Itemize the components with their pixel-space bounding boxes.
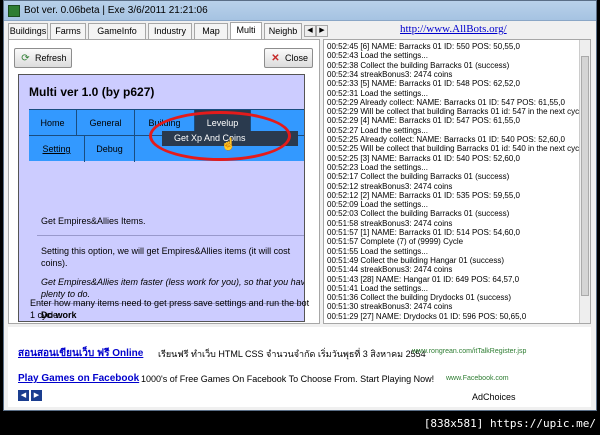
log-line: 00:52:12 [2] NAME: Barracks 01 ID: 535 P… bbox=[327, 190, 520, 200]
ad-link-2[interactable]: Play Games on Facebook bbox=[18, 373, 139, 384]
ad-url-2[interactable]: www.Facebook.com bbox=[446, 375, 509, 382]
log-line: 00:51:36 Collect the building Drydocks 0… bbox=[327, 293, 512, 303]
tab-buildings[interactable]: Buildings bbox=[8, 23, 48, 39]
log-line: 00:51:29 [27] NAME: Drydocks 01 ID: 596 … bbox=[327, 311, 527, 321]
log-line: 00:51:58 streakBonus3: 2474 coins bbox=[327, 218, 453, 228]
log-line: 00:51:49 Collect the building Hangar 01 … bbox=[327, 255, 504, 265]
highlight-ellipse bbox=[149, 111, 291, 161]
tab-scroll-right-icon[interactable]: ▶ bbox=[316, 25, 328, 37]
log-line: 00:52:45 [6] NAME: Barracks 01 ID: 550 P… bbox=[327, 42, 520, 51]
app-icon bbox=[8, 5, 20, 17]
paragraph-do-work-info: Enter how many items need to get press s… bbox=[30, 298, 310, 320]
menu-home[interactable]: Home bbox=[29, 110, 77, 136]
refresh-button[interactable]: ⟳ Refresh bbox=[14, 48, 72, 68]
log-panel: 00:52:45 [6] NAME: Barracks 01 ID: 550 P… bbox=[323, 39, 591, 324]
log-line: 00:52:38 Collect the building Barracks 0… bbox=[327, 60, 510, 70]
tab-gameinfo[interactable]: GameInfo bbox=[88, 23, 146, 39]
log-line: 00:52:17 Collect the building Barracks 0… bbox=[327, 172, 510, 182]
log-line: 00:52:25 Already collect: NAME: Barracks… bbox=[327, 135, 565, 144]
log-line: 00:51:57 [1] NAME: Barracks 01 ID: 514 P… bbox=[327, 228, 520, 237]
allbots-link[interactable]: http://www.AllBots.org/ bbox=[400, 23, 507, 35]
close-label: Close bbox=[285, 53, 309, 63]
ad-desc-2: 1000's of Free Games On Facebook To Choo… bbox=[141, 374, 435, 384]
log-line: 00:52:29 Already collect: NAME: Barracks… bbox=[327, 97, 565, 107]
log-line: 00:52:25 [3] NAME: Barracks 01 ID: 540 P… bbox=[327, 153, 520, 163]
divider bbox=[37, 235, 304, 236]
ad-link-1[interactable]: สอนสอนเขียนเว็บ ฟรี Online bbox=[18, 346, 143, 361]
tab-strip: Buildings Farms GameInfo Industry Map Mu… bbox=[8, 22, 328, 40]
tab-farms[interactable]: Farms bbox=[50, 23, 86, 39]
log-line: 00:52:43 Load the settings... bbox=[327, 51, 428, 61]
tab-scroll-left-icon[interactable]: ◀ bbox=[304, 25, 316, 37]
log-line: 00:52:29 [4] NAME: Barracks 01 ID: 547 P… bbox=[327, 116, 520, 126]
log-line: 00:52:33 [5] NAME: Barracks 01 ID: 548 P… bbox=[327, 79, 520, 89]
log-line: 00:52:27 Load the settings... bbox=[327, 125, 428, 135]
log-line: 00:51:44 streakBonus3: 2474 coins bbox=[327, 265, 453, 275]
log-line: 00:52:25 Will be collect that building B… bbox=[327, 144, 579, 154]
paragraph-setting-info: Setting this option, we will get Empires… bbox=[41, 246, 291, 268]
paragraph-get-items: Get Empires&Allies Items. bbox=[41, 216, 146, 226]
log-line: 00:52:03 Collect the building Barracks 0… bbox=[327, 209, 510, 219]
ad-desc-1: เรียนฟรี ทำเว็บ HTML CSS จำนวนจำกัด เริ่… bbox=[158, 349, 426, 359]
log-line: 00:52:29 Will be collect that building B… bbox=[327, 107, 579, 117]
plugin-content: Multi ver 1.0 (by p627) Home General Bui… bbox=[18, 74, 305, 322]
log-scroll-thumb[interactable] bbox=[581, 56, 589, 296]
close-button[interactable]: ✕ Close bbox=[264, 48, 314, 68]
refresh-icon: ⟳ bbox=[21, 53, 30, 64]
tab-neighbors[interactable]: Neighb bbox=[264, 23, 302, 39]
close-icon: ✕ bbox=[271, 53, 280, 64]
ad-url-1[interactable]: www.rongrean.com/itTalkRegister.jsp bbox=[412, 348, 526, 355]
menu-general[interactable]: General bbox=[77, 110, 135, 136]
tab-multi[interactable]: Multi bbox=[230, 22, 262, 40]
log-scrollbar[interactable] bbox=[579, 40, 590, 323]
log-line: 00:52:09 Load the settings... bbox=[327, 200, 428, 210]
image-host-footer: [838x581] https://upic.me/ bbox=[423, 417, 596, 430]
log-line: 00:51:41 Load the settings... bbox=[327, 283, 428, 293]
log-line: 00:51:57 Complete (7) of (9999) Cycle bbox=[327, 237, 464, 247]
refresh-label: Refresh bbox=[35, 53, 67, 63]
adchoices-label[interactable]: AdChoices bbox=[472, 392, 516, 402]
log-line: 00:52:34 streakBonus3: 2474 coins bbox=[327, 69, 453, 79]
title-bar: Bot ver. 0.06beta | Exe 3/6/2011 21:21:0… bbox=[4, 1, 596, 21]
ad-next-icon[interactable]: ▶ bbox=[31, 390, 42, 401]
tab-map[interactable]: Map bbox=[194, 23, 228, 39]
tab-industry[interactable]: Industry bbox=[148, 23, 192, 39]
log-line: 00:52:12 streakBonus3: 2474 coins bbox=[327, 181, 453, 191]
log-line: 00:51:30 streakBonus3: 2474 coins bbox=[327, 302, 453, 312]
menu-debug[interactable]: Debug bbox=[85, 136, 135, 162]
menu-setting[interactable]: Setting bbox=[29, 136, 85, 162]
ad-prev-icon[interactable]: ◀ bbox=[18, 390, 29, 401]
log-line: 00:51:55 Load the settings... bbox=[327, 246, 428, 256]
window-title: Bot ver. 0.06beta | Exe 3/6/2011 21:21:0… bbox=[24, 5, 208, 16]
log-line: 00:51:43 [28] NAME: Hangar 01 ID: 649 PO… bbox=[327, 274, 520, 284]
log-line: 00:52:23 Load the settings... bbox=[327, 162, 428, 172]
multi-tab-panel: ⟳ Refresh ✕ Close Multi ver 1.0 (by p627… bbox=[8, 39, 320, 324]
plugin-title: Multi ver 1.0 (by p627) bbox=[29, 85, 155, 99]
log-line: 00:52:31 Load the settings... bbox=[327, 88, 428, 98]
